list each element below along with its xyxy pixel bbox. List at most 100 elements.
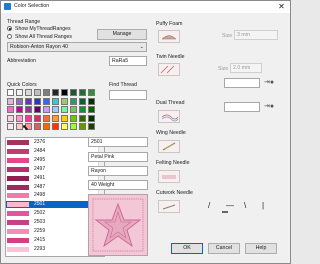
thread-list-item[interactable]: 2293: [6, 246, 98, 253]
thread-color-chip: [7, 140, 29, 145]
quick-color-swatch[interactable]: [43, 89, 50, 96]
manage-button[interactable]: Manage: [97, 29, 147, 40]
star-preview-icon: [92, 198, 144, 252]
quick-color-swatch[interactable]: [70, 89, 77, 96]
thread-list-item[interactable]: 2376: [6, 139, 98, 146]
quick-color-swatch[interactable]: [88, 106, 95, 113]
radio-show-all-ranges[interactable]: [7, 34, 12, 39]
quick-color-swatch[interactable]: [7, 123, 14, 130]
quick-color-swatch[interactable]: [43, 123, 50, 130]
quick-color-swatch[interactable]: [25, 97, 32, 105]
thread-range-select[interactable]: Robison-Anton Rayon 40 ⌄: [7, 42, 147, 52]
thread-color-chip: [7, 184, 29, 190]
quick-color-swatch[interactable]: [25, 114, 32, 122]
radio-show-my-ranges[interactable]: [7, 26, 12, 31]
thread-list-item[interactable]: 2498: [6, 192, 98, 199]
quick-color-swatch[interactable]: [34, 106, 41, 113]
quick-color-swatch[interactable]: [79, 123, 86, 130]
quick-color-swatch[interactable]: [79, 114, 86, 122]
quick-color-swatch[interactable]: [70, 123, 77, 130]
quick-color-swatch[interactable]: [79, 106, 86, 113]
thread-code: 2491: [34, 174, 46, 181]
thread-list-item[interactable]: 2259: [6, 228, 98, 235]
quick-color-swatch[interactable]: [25, 89, 32, 96]
ok-button[interactable]: OK: [171, 243, 203, 254]
quick-color-swatch[interactable]: [79, 97, 86, 105]
quick-color-swatch[interactable]: [61, 114, 68, 122]
thread-list-item[interactable]: 2487: [6, 184, 98, 191]
quick-color-swatch[interactable]: [34, 123, 41, 130]
thread-code: 2484: [34, 147, 46, 154]
quick-color-swatch[interactable]: [52, 123, 59, 130]
quick-color-swatch[interactable]: [70, 114, 77, 122]
cancel-button[interactable]: Cancel: [208, 243, 240, 254]
cutwork-needle-heading: Cutwork Needle: [156, 190, 193, 196]
twin-needle-size-select[interactable]: 2.0 mm: [230, 63, 262, 73]
puffy-foam-toggle[interactable]: [158, 30, 180, 43]
quick-color-swatch[interactable]: [88, 89, 95, 96]
radio-show-all-ranges-label: Show All Thread Ranges: [15, 34, 73, 40]
quick-color-swatch[interactable]: [43, 106, 50, 113]
quick-color-swatch[interactable]: [16, 89, 23, 96]
puffy-foam-icon: [161, 35, 177, 40]
quick-color-swatch[interactable]: [43, 114, 50, 122]
thread-list-item[interactable]: 2503: [6, 219, 98, 226]
quick-color-swatch[interactable]: [34, 97, 41, 105]
twin-needle-thread-field[interactable]: [224, 78, 260, 88]
dual-thread-toggle[interactable]: [158, 110, 180, 123]
quick-color-swatch[interactable]: [88, 123, 95, 130]
quick-color-swatch[interactable]: [70, 106, 77, 113]
quick-color-swatch[interactable]: [52, 97, 59, 105]
find-thread-input[interactable]: [109, 90, 147, 100]
thread-list-item[interactable]: 2484: [6, 148, 98, 155]
quick-color-swatch[interactable]: [79, 89, 86, 96]
abbreviation-label: Abbreviation: [7, 58, 36, 64]
quick-color-swatch[interactable]: [70, 97, 77, 105]
quick-color-swatch[interactable]: [7, 106, 14, 113]
thread-list-item[interactable]: 2502: [6, 210, 98, 217]
abbreviation-input[interactable]: RaRa5: [109, 56, 147, 66]
cutwork-angle-slider[interactable]: / — \ |: [208, 201, 278, 213]
quick-color-swatch[interactable]: [16, 114, 23, 122]
thread-code: 2487: [34, 183, 46, 190]
quick-color-swatch[interactable]: [52, 89, 59, 96]
cutwork-needle-toggle[interactable]: [158, 200, 180, 213]
quick-color-swatch[interactable]: [25, 106, 32, 113]
dual-thread-pick-icon[interactable]: ⇥●: [264, 102, 274, 110]
thread-list-item[interactable]: 2415: [6, 237, 98, 244]
thread-list-item[interactable]: 2495: [6, 157, 98, 164]
thread-list-item[interactable]: 2501: [6, 201, 98, 209]
cutwork-angle-2: —: [226, 201, 234, 210]
thread-list-item[interactable]: 2491: [6, 175, 98, 182]
thread-code: 2495: [34, 156, 46, 163]
dialog-title: Color Selection: [14, 3, 50, 9]
thread-list-item[interactable]: 2497: [6, 166, 98, 173]
quick-color-swatch[interactable]: [7, 97, 14, 105]
close-button[interactable]: ✕: [276, 2, 287, 11]
quick-color-swatch[interactable]: [52, 106, 59, 113]
quick-color-swatch[interactable]: [61, 97, 68, 105]
twin-needle-toggle[interactable]: [158, 63, 180, 76]
wing-needle-toggle[interactable]: [158, 140, 180, 153]
quick-color-swatch[interactable]: [61, 123, 68, 130]
cutwork-slider-thumb[interactable]: [222, 211, 228, 213]
quick-color-swatch[interactable]: [16, 97, 23, 105]
quick-color-swatch[interactable]: [61, 106, 68, 113]
quick-color-swatch[interactable]: [34, 114, 41, 122]
felting-needle-toggle[interactable]: [158, 170, 180, 183]
quick-color-swatch[interactable]: [88, 114, 95, 122]
quick-color-swatch[interactable]: [43, 97, 50, 105]
puffy-foam-size-select[interactable]: 3 mm: [234, 30, 278, 40]
quick-color-swatch[interactable]: [34, 89, 41, 96]
quick-color-swatch[interactable]: [7, 89, 14, 96]
quick-color-swatch[interactable]: [7, 114, 14, 122]
quick-color-swatch[interactable]: [16, 106, 23, 113]
twin-needle-icon: [160, 65, 175, 74]
quick-color-swatch[interactable]: [52, 114, 59, 122]
help-button[interactable]: Help: [245, 243, 277, 254]
thread-color-chip: [7, 229, 29, 234]
quick-color-swatch[interactable]: [88, 97, 95, 105]
quick-color-swatch[interactable]: [61, 89, 68, 96]
dual-thread-field[interactable]: [224, 102, 260, 112]
twin-needle-pick-icon[interactable]: ⇥●: [264, 78, 274, 86]
